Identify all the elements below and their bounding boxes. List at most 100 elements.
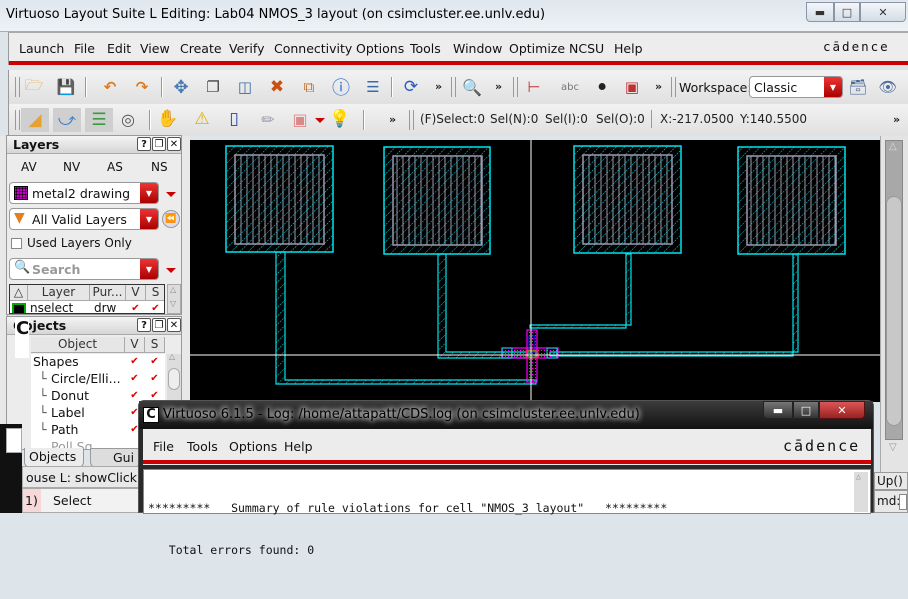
tab-nv[interactable]: NV xyxy=(63,160,80,174)
log-menu-file[interactable]: File xyxy=(153,439,174,454)
log-menu-options[interactable]: Options xyxy=(229,439,277,454)
help-icon[interactable]: ? xyxy=(137,318,151,332)
col-object[interactable]: Object xyxy=(31,337,125,353)
menu-edit[interactable]: Edit xyxy=(107,41,131,56)
undo-icon[interactable]: ↶ xyxy=(99,76,121,98)
col-visible[interactable]: V xyxy=(125,337,145,353)
scroll-up-icon[interactable]: △ xyxy=(889,141,897,152)
toolbar-overflow-button[interactable]: » xyxy=(435,80,442,93)
log-minimize-button[interactable]: ▬ xyxy=(763,401,793,419)
select-mode-icon[interactable]: ◢ xyxy=(21,108,49,132)
visible-checkbox[interactable]: ✔ xyxy=(129,357,140,368)
open-folder-icon[interactable]: 🗁 xyxy=(23,76,45,98)
menu-view[interactable]: View xyxy=(140,41,170,56)
tab-av[interactable]: AV xyxy=(21,160,37,174)
tab-objects[interactable]: Objects xyxy=(24,448,84,468)
tree-row[interactable]: Shapes ✔ ✔ xyxy=(31,354,165,371)
float-icon[interactable]: ❐ xyxy=(152,137,166,151)
toolbar-overflow-button[interactable]: » xyxy=(495,80,502,93)
toolbar-grip[interactable] xyxy=(409,110,414,130)
log-close-button[interactable]: ✕ xyxy=(819,401,865,419)
pad[interactable] xyxy=(383,146,491,255)
close-icon[interactable]: ✕ xyxy=(167,318,181,332)
log-maximize-button[interactable]: □ xyxy=(793,401,819,419)
toolbar-grip[interactable] xyxy=(671,77,676,97)
minimize-button[interactable]: ▬ xyxy=(806,2,834,22)
sort-icon[interactable]: △ xyxy=(10,285,28,301)
layer-table-scrollbar[interactable]: △ ▽ xyxy=(167,284,181,314)
warning-marker-icon[interactable]: ⚠ xyxy=(191,108,213,130)
float-icon[interactable]: ❐ xyxy=(152,318,166,332)
col-selectable[interactable]: S xyxy=(146,285,164,301)
toolbar-overflow-button[interactable]: » xyxy=(655,80,662,93)
layer-row[interactable]: nselect drw ✔ ✔ xyxy=(10,301,164,313)
workspace-save-icon[interactable]: 🗃 xyxy=(847,76,869,98)
layer-filter-select[interactable]: ▼ All Valid Layers ▼ xyxy=(9,208,159,230)
used-layers-only-checkbox[interactable] xyxy=(11,238,22,249)
tree-row[interactable]: └ Circle/Elli... ✔ ✔ xyxy=(31,371,165,388)
select-area-icon[interactable]: ◎ xyxy=(117,108,139,130)
tab-grids[interactable]: Gui xyxy=(90,448,140,468)
menu-ncsu[interactable]: NCSU xyxy=(569,41,604,56)
log-scrollbar[interactable]: △ xyxy=(854,472,868,512)
menu-launch[interactable]: Launch xyxy=(19,41,64,56)
align-icon[interactable]: ☰ xyxy=(362,76,384,98)
rotate-icon[interactable]: ⟳ xyxy=(400,76,422,98)
scroll-up-icon[interactable]: △ xyxy=(169,352,175,361)
help-icon[interactable]: ? xyxy=(137,137,151,151)
menu-tools[interactable]: Tools xyxy=(410,41,441,56)
toolbar-grip[interactable] xyxy=(15,110,20,130)
toolbar-grip[interactable] xyxy=(513,77,518,97)
layer-menu-arrow[interactable] xyxy=(166,192,176,197)
pad[interactable] xyxy=(737,146,846,255)
scroll-down-icon[interactable]: ▽ xyxy=(889,442,897,453)
layout-canvas[interactable] xyxy=(190,140,880,402)
selectable-checkbox[interactable]: ✔ xyxy=(150,304,161,313)
col-visible[interactable]: V xyxy=(126,285,146,301)
workspace-hide-icon[interactable]: 👁 xyxy=(877,76,899,98)
menu-connectivity[interactable]: Connectivity xyxy=(274,41,352,56)
menu-verify[interactable]: Verify xyxy=(229,41,264,56)
layer-search-input[interactable]: 🔍 Search ▼ xyxy=(9,258,159,280)
scroll-up-icon[interactable]: △ xyxy=(170,285,176,294)
current-layer-select[interactable]: metal2 drawing ▼ xyxy=(9,182,159,204)
tab-ns[interactable]: NS xyxy=(151,160,168,174)
canvas-scrollbar[interactable]: △ ▽ xyxy=(880,136,908,472)
chevron-down-icon[interactable] xyxy=(315,118,325,123)
save-icon[interactable]: 💾 xyxy=(55,76,77,98)
move-icon[interactable]: ✥ xyxy=(170,76,192,98)
scroll-thumb[interactable] xyxy=(886,196,902,426)
height-marker-icon[interactable]: ▯ xyxy=(223,108,245,130)
menu-create[interactable]: Create xyxy=(180,41,222,56)
scroll-thumb[interactable] xyxy=(168,368,180,390)
transistor[interactable] xyxy=(501,329,559,383)
redo-icon[interactable]: ↷ xyxy=(131,76,153,98)
route-icon[interactable]: ⤻ xyxy=(53,108,81,132)
menu-file[interactable]: File xyxy=(74,41,95,56)
selectable-checkbox[interactable]: ✔ xyxy=(149,374,160,385)
properties-icon[interactable]: ⧉ xyxy=(298,76,320,98)
tab-as[interactable]: AS xyxy=(107,160,123,174)
via-icon[interactable]: ▣ xyxy=(289,108,311,130)
zoom-icon[interactable]: 🔍 xyxy=(461,76,483,98)
instance-icon[interactable]: ⚫ xyxy=(591,76,613,98)
visible-checkbox[interactable]: ✔ xyxy=(130,304,141,313)
copy-icon[interactable]: ❐ xyxy=(202,76,224,98)
log-output[interactable]: ********* Summary of rule violations for… xyxy=(143,469,871,557)
log-menu-help[interactable]: Help xyxy=(284,439,313,454)
toolbar-overflow-button[interactable]: » xyxy=(389,113,396,126)
log-menu-tools[interactable]: Tools xyxy=(187,439,218,454)
col-layer[interactable]: Layer xyxy=(28,285,90,301)
menu-help[interactable]: Help xyxy=(614,41,643,56)
info-icon[interactable]: ⓘ xyxy=(330,76,352,99)
lightbulb-icon[interactable]: 💡 xyxy=(329,108,351,130)
stop-marker-icon[interactable]: ✋ xyxy=(157,108,179,130)
cmd-input[interactable] xyxy=(899,494,907,510)
layout-drawing[interactable] xyxy=(190,140,880,402)
maximize-button[interactable]: □ xyxy=(834,2,860,22)
layer-stack-icon[interactable]: ☰ xyxy=(85,108,113,132)
create-pin-icon[interactable]: ⊢ xyxy=(523,76,545,98)
selectable-checkbox[interactable]: ✔ xyxy=(149,357,160,368)
select-icon[interactable]: ▣ xyxy=(621,76,643,98)
menu-options[interactable]: Options xyxy=(356,41,404,56)
